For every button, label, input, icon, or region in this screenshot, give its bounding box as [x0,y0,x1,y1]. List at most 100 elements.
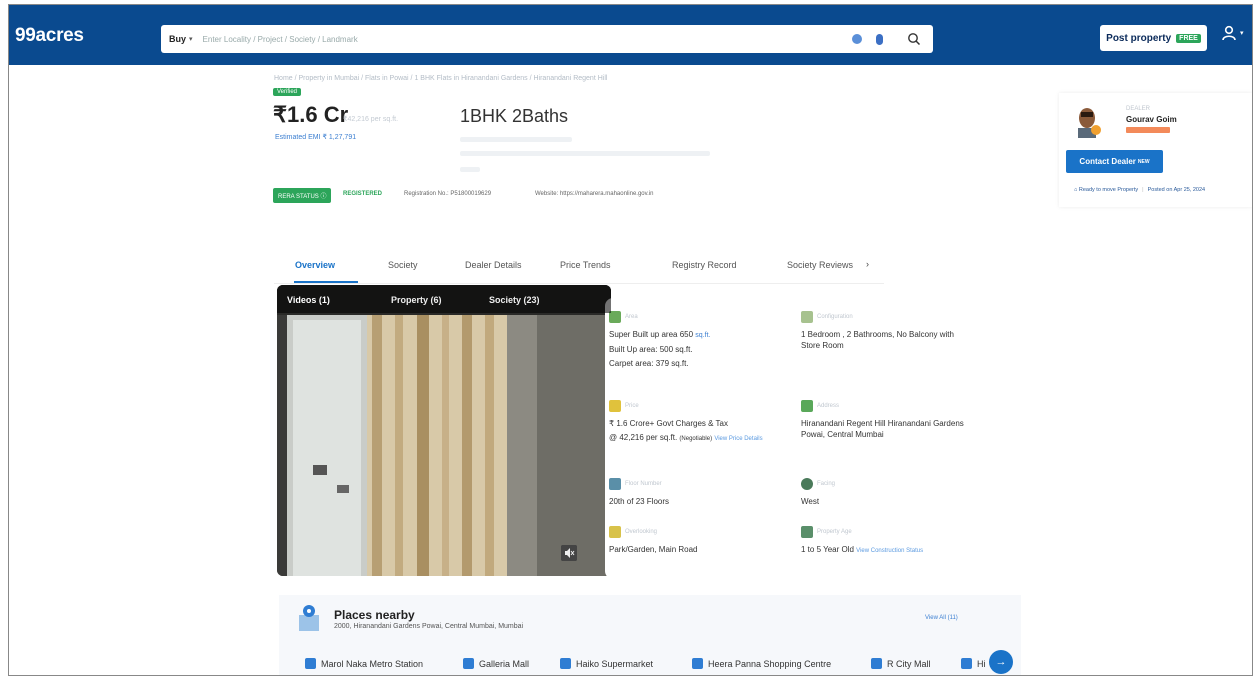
tab-price-trends[interactable]: Price Trends [560,260,611,270]
dealer-name[interactable]: Gourav Goim [1126,115,1177,124]
tabs-next-arrow[interactable]: › [866,259,869,269]
site-logo[interactable]: 99acres [15,25,84,47]
map-pin-icon [299,605,319,631]
rera-website[interactable]: Website: https://maharera.mahaonline.gov… [535,191,654,197]
built-up-area-value: Built Up area: 500 sq.ft. [609,345,693,354]
price-tag-icon [609,399,621,412]
view-all-places-link[interactable]: View All (11) [925,615,958,621]
active-tab-underline [294,281,358,283]
address-icon [801,399,813,412]
places-next-button[interactable]: → [989,650,1013,674]
property-age-value: 1 to 5 Year Old [801,545,854,554]
top-navbar: 99acres Buy ▾ Enter Locality / Project /… [9,5,1252,65]
metro-icon [305,658,316,669]
microphone-icon[interactable] [876,33,883,45]
configuration-label: Configuration [817,313,853,320]
place-name: Hi [977,658,986,669]
place-chip[interactable]: R City Mall [871,658,931,669]
dealer-card: DEALER Gourav Goim Contact Dealer NEW ⌂ R… [1059,93,1252,207]
location-icon[interactable] [852,34,862,44]
places-nearby-section: Places nearby 2000, Hiranandani Gardens … [279,595,1021,675]
super-area-value: Super Built up area 650 [609,330,694,339]
compass-icon [801,477,813,490]
rera-registration-no: Registration No.: P51800019629 [404,191,492,197]
place-name: R City Mall [887,658,931,669]
area-detail: Area Super Built up area 650 sq.ft. Buil… [609,308,781,369]
rera-registered: REGISTERED [343,191,383,197]
shopping-cart-icon [871,658,882,669]
property-subtitle-line [460,167,480,172]
property-details-panel: Area Super Built up area 650 sq.ft. Buil… [605,298,975,579]
tab-society[interactable]: Society [388,260,418,270]
property-subtitle-line [460,137,572,142]
overlooking-label: Overlooking [625,528,658,535]
search-input[interactable]: Enter Locality / Project / Society / Lan… [203,35,852,44]
property-age-label: Property Age [817,528,852,535]
buy-dropdown[interactable]: Buy [169,34,186,44]
place-chip[interactable]: Hi [961,658,986,669]
floor-label: Floor Number [625,480,662,487]
ready-to-move-text: Ready to move Property [1078,187,1139,193]
property-subtitle-line [460,151,710,156]
address-value: Hiranandani Regent Hill Hiranandani Gard… [801,419,964,439]
place-chip[interactable]: Galleria Mall [463,658,529,669]
facing-value: West [801,497,820,506]
calendar-icon [801,525,813,538]
page-frame: 99acres Buy ▾ Enter Locality / Project /… [8,4,1253,676]
post-property-label: Post property [1106,32,1172,44]
mute-icon[interactable] [561,545,577,561]
view-price-details-link[interactable]: View Price Details [714,436,762,442]
place-chip[interactable]: Haiko Supermarket [560,658,653,669]
tab-videos[interactable]: Videos (1) [287,295,330,305]
contact-dealer-label: Contact Dealer [1079,157,1136,166]
section-tabs: Overview Society Dealer Details Price Tr… [274,250,884,284]
property-age-row: 1 to 5 Year Old View Construction Status [801,544,973,557]
dealer-avatar [1078,108,1101,138]
chevron-down-icon[interactable]: ▾ [1240,29,1244,37]
tab-society-reviews[interactable]: Society Reviews [787,260,853,270]
configuration-value: 1 Bedroom , 2 Bathrooms, No Balcony with… [801,330,954,350]
tab-registry-record[interactable]: Registry Record [672,260,737,270]
arrow-right-icon: → [995,656,1007,668]
floor-detail: Floor Number 20th of 23 Floors [609,475,781,507]
view-construction-status-link[interactable]: View Construction Status [856,548,923,554]
place-chip[interactable]: Marol Naka Metro Station [305,658,423,669]
divider: | [1142,187,1144,193]
property-video-frame[interactable] [277,285,611,576]
rera-status-label: RERA STATUS [278,194,319,200]
tab-dealer-details[interactable]: Dealer Details [465,260,522,270]
emi-link[interactable]: Estimated EMI ₹ 1,27,791 [275,133,356,141]
area-unit-dropdown[interactable]: sq.ft. [695,332,710,339]
search-icon[interactable] [907,32,921,46]
dealer-badge [1126,127,1170,133]
property-age-detail: Property Age 1 to 5 Year Old View Constr… [801,523,973,557]
search-bar[interactable]: Buy ▾ Enter Locality / Project / Society… [161,25,933,53]
posted-on-text: Posted on Apr 25, 2024 [1147,187,1206,193]
post-property-button[interactable]: Post property FREE [1100,25,1207,51]
overlooking-value: Park/Garden, Main Road [609,545,698,554]
dealer-role: DEALER [1126,106,1151,112]
overlooking-detail: Overlooking Park/Garden, Main Road [609,523,781,555]
places-nearby-title: Places nearby [334,608,415,622]
carpet-area-value: Carpet area: 379 sq.ft. [609,359,689,368]
place-chip[interactable]: Heera Panna Shopping Centre [692,658,831,669]
contact-new-badge: NEW [1137,158,1150,165]
tab-society-photos[interactable]: Society (23) [489,295,540,305]
media-gallery[interactable]: Videos (1) Property (6) Society (23) [277,285,611,576]
breadcrumb[interactable]: Home / Property in Mumbai / Flats in Pow… [274,75,607,82]
place-name: Haiko Supermarket [576,658,654,669]
dealer-footer: ⌂ Ready to move Property | Posted on Apr 2… [1074,187,1205,193]
shopping-cart-icon [463,658,474,669]
chevron-down-icon[interactable]: ▾ [189,35,193,43]
price-per-sqft-value: @ 42,216 per sq.ft. [609,433,678,442]
user-icon[interactable] [1221,25,1237,41]
rera-status-badge: RERA STATUS ⓘ [273,188,332,203]
area-label: Area [625,313,638,320]
tab-property-photos[interactable]: Property (6) [391,295,442,305]
places-nearby-address: 2000, Hiranandani Gardens Powai, Central… [334,623,524,630]
school-icon [961,658,972,669]
media-tab-bar: Videos (1) Property (6) Society (23) [277,285,611,313]
tab-overview[interactable]: Overview [295,260,335,270]
contact-dealer-button[interactable]: Contact Dealer NEW [1066,150,1163,173]
window-icon [609,525,621,538]
